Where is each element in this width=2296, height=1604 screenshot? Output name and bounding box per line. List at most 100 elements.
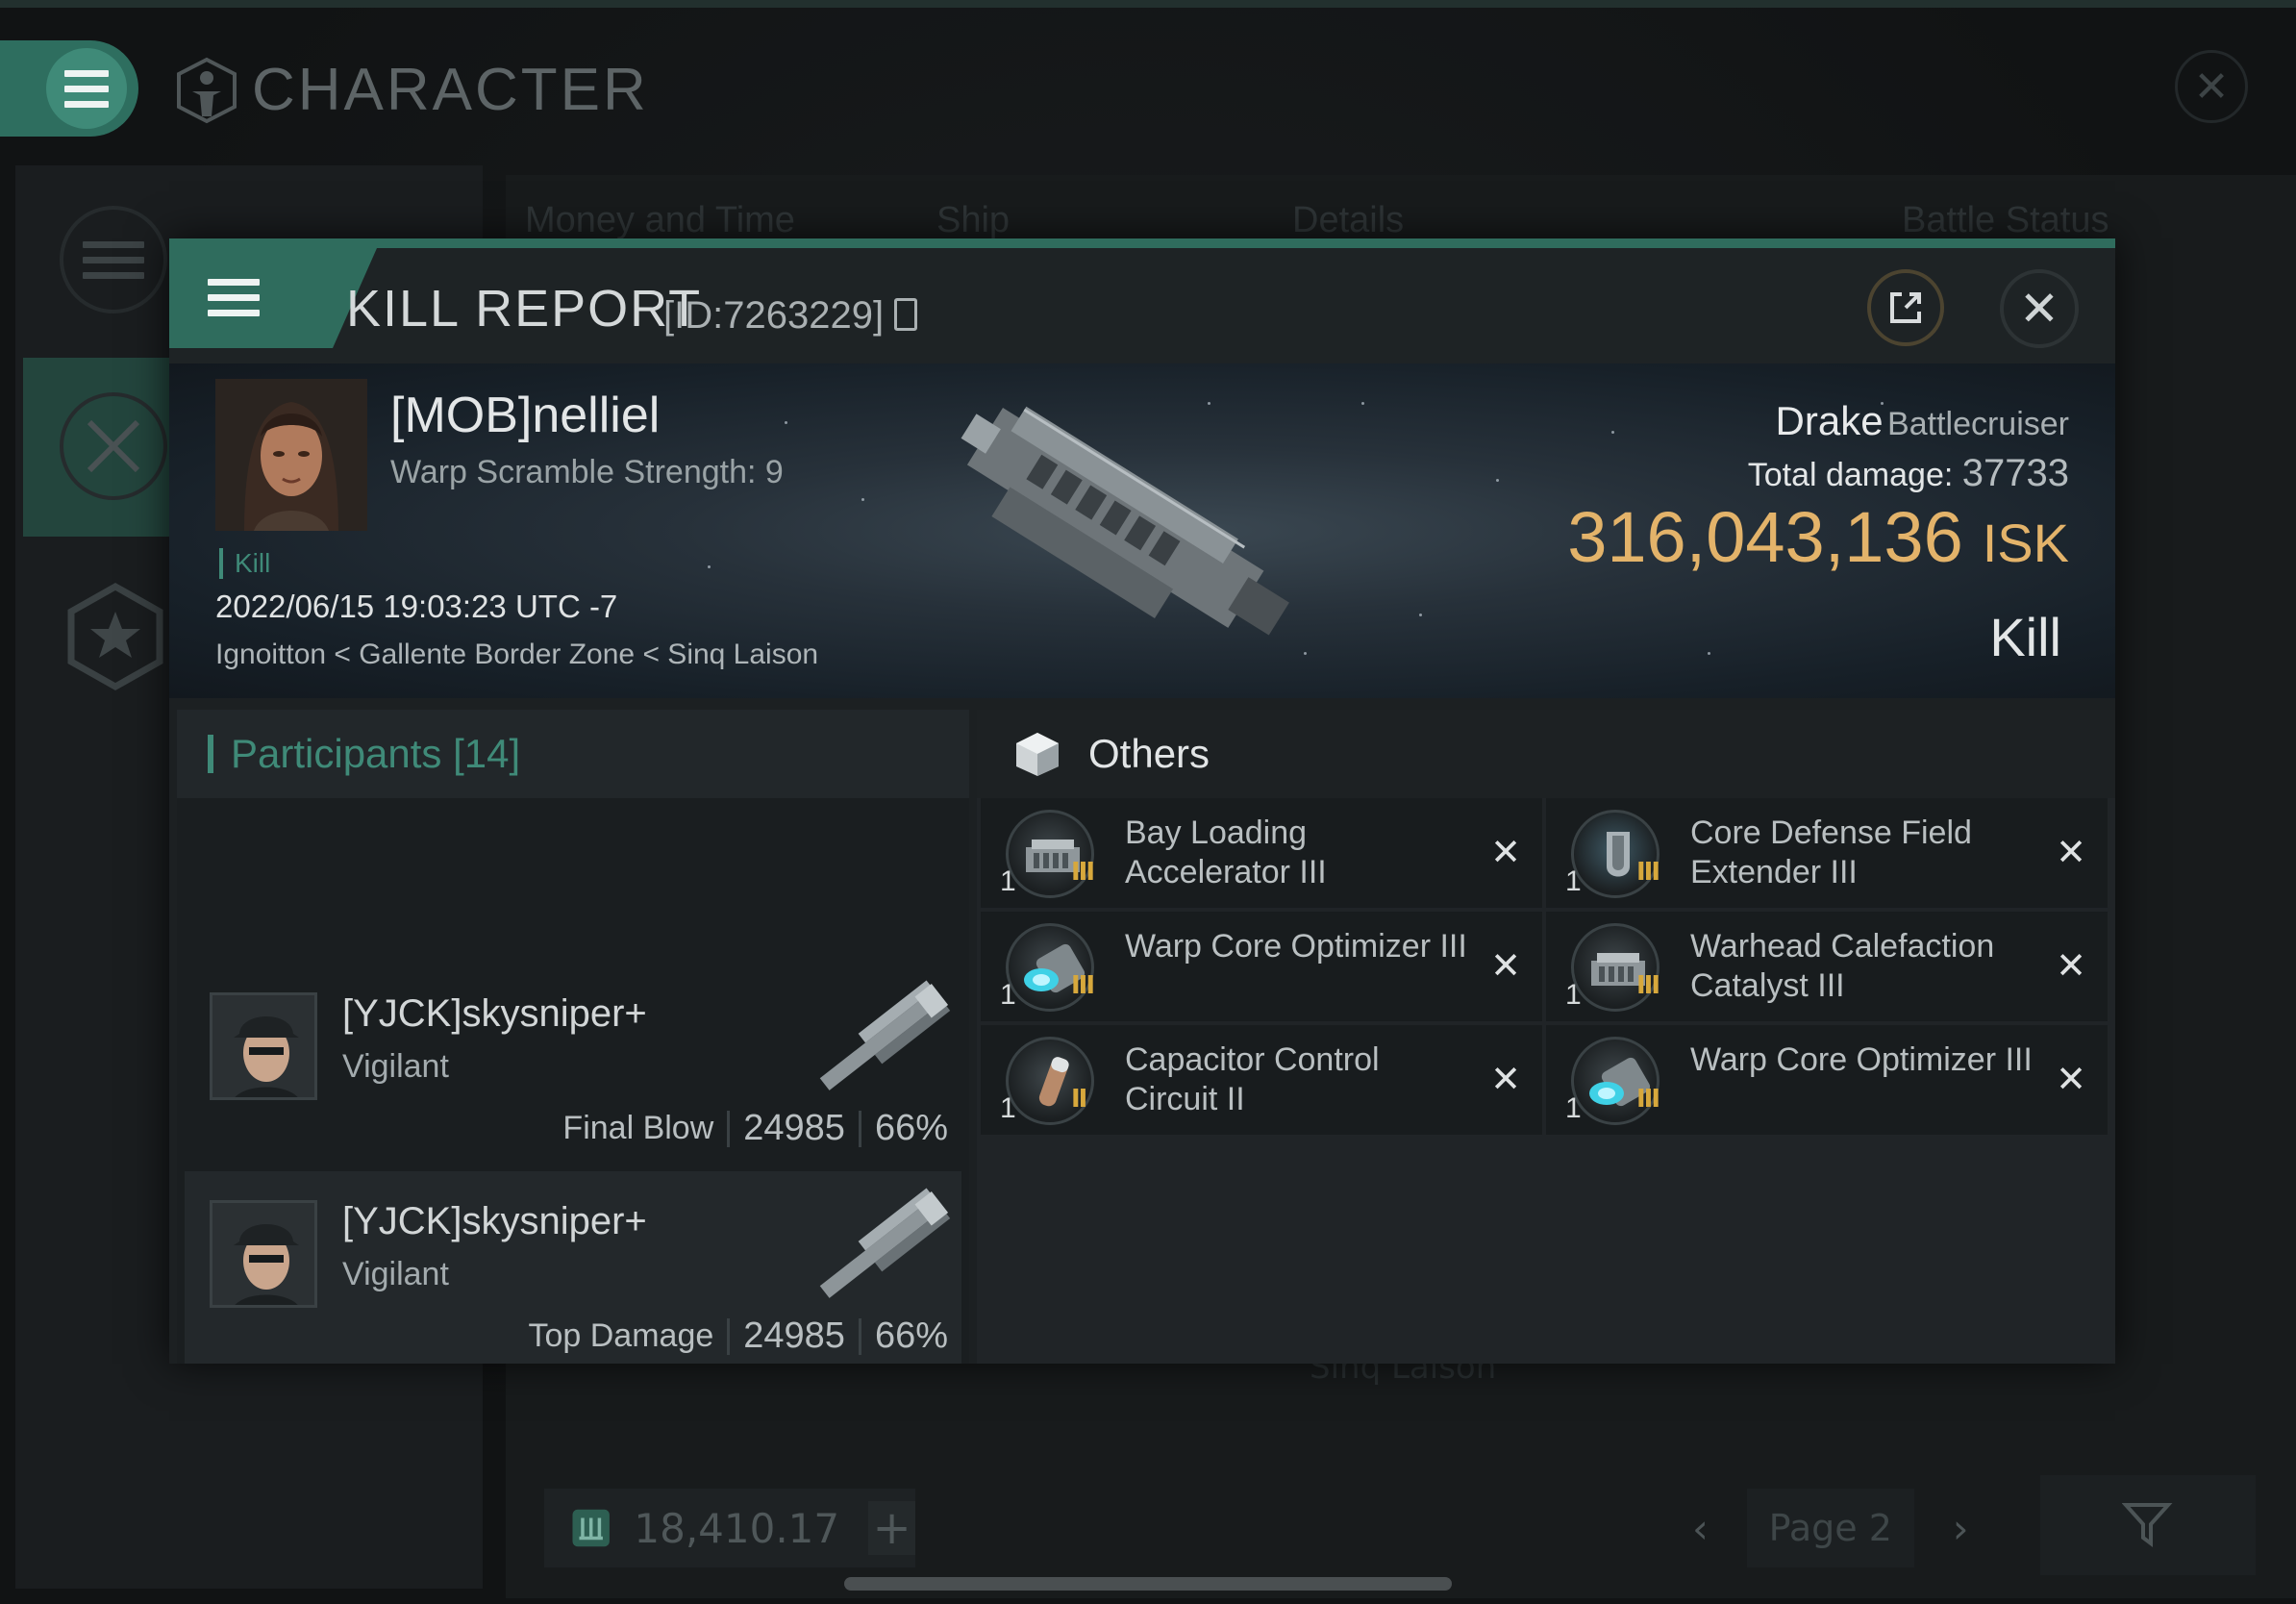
participant-stats: Final Blow 24985 66% [562,1108,948,1149]
ship-class: Battlecruiser [1887,406,2069,442]
total-damage-label: Total damage: [1747,457,1954,493]
bg-tab-battle-status: Battle Status [1902,200,2109,240]
side-nav-combat-button[interactable] [60,392,167,500]
item-quantity: 1 [1000,1092,1016,1124]
participant-avatar [210,1200,317,1308]
participant-name: [YJCK]skysniper+ [342,992,647,1035]
kill-tag: Kill [219,548,270,579]
destroyed-icon: ✕ [2056,831,2086,873]
item-tier: III [1071,971,1095,1000]
item-row[interactable]: 1 III Warhead Calefaction Catalyst III ✕ [1546,912,2108,1021]
item-name: Capacitor Control Circuit II [1125,1041,1380,1117]
participant-damage: 24985 [743,1316,845,1356]
victim-portrait[interactable] [215,379,367,531]
item-tier: III [1636,858,1660,887]
participant-ship: Vigilant [342,1256,449,1292]
app-close-button[interactable]: ✕ [2175,50,2248,123]
item-quantity: 1 [1565,979,1582,1011]
item-name: Bay Loading Accelerator III [1125,815,1327,890]
add-funds-button[interactable]: + [868,1501,915,1555]
destroyed-icon: ✕ [1490,831,1521,873]
item-name: Warhead Calefaction Catalyst III [1690,928,1995,1004]
items-header: Others [977,710,2115,798]
main-menu-button[interactable] [0,40,138,137]
filter-button[interactable] [2040,1475,2256,1575]
item-row[interactable]: 1 II Capacitor Control Circuit II ✕ [981,1025,1542,1135]
next-page-button[interactable]: › [1953,1505,1969,1552]
item-tier: III [1636,971,1660,1000]
item-row[interactable]: 1 III Warp Core Optimizer III ✕ [981,912,1542,1021]
bg-tab-ship: Ship [936,200,1011,240]
kill-status: Kill [1989,607,2061,667]
participant-percent: 66% [874,1108,948,1148]
report-id: [ID:7263229] [663,294,885,337]
hamburger-icon [46,48,127,129]
ship-name[interactable]: Drake [1776,398,1884,443]
destroyed-icon: ✕ [1490,944,1521,987]
participant-role: Final Blow [562,1110,714,1146]
page-indicator: Page 2 [1746,1489,1914,1567]
item-row[interactable]: 1 III Warp Core Optimizer III ✕ [1546,1025,2108,1135]
item-name: Warp Core Optimizer III [1690,1041,2033,1078]
modal-close-button[interactable]: ✕ [2000,269,2079,348]
vigilant-ship-image [819,1188,951,1298]
items-panel: Others 1 III Bay Loading Accelerator III… [977,710,2115,1364]
item-row[interactable]: 1 III Core Defense Field Extender III ✕ [1546,798,2108,908]
modal-header: KILL REPORT [ID:7263229] ✕ [169,248,2115,363]
item-name: Core Defense Field Extender III [1690,815,1972,890]
share-button[interactable] [1867,269,1944,346]
participants-count: [14] [453,731,521,776]
kill-location[interactable]: Ignoitton < Gallente Border Zone < Sinq … [215,639,818,671]
victim-name[interactable]: [MOB]nelliel [390,387,660,444]
ship-info: Drake Battlecruiser Total damage: 37733 [1748,398,2069,495]
victim-banner: [MOB]nelliel Warp Scramble Strength: 9 K… [169,363,2115,698]
warp-scramble-strength: Warp Scramble Strength: 9 [390,454,784,490]
side-nav-rank-button[interactable] [60,581,171,692]
destroyed-icon: ✕ [2056,944,2086,987]
items-section-label: Others [1088,731,1210,776]
item-quantity: 1 [1565,1092,1582,1124]
close-icon: ✕ [2193,62,2230,112]
total-damage-value: 37733 [1961,452,2069,494]
bg-tab-money: Money and Time [525,200,795,240]
list-icon [83,240,144,279]
participant-ship: Vigilant [342,1048,449,1085]
home-indicator [844,1577,1452,1591]
participant-name: [YJCK]skysniper+ [342,1200,647,1242]
participants-panel: Participants [14] [YJCK]skysniper+ Vigil… [177,710,969,1364]
prev-page-button[interactable]: ‹ [1692,1505,1709,1552]
app-title-text: CHARACTER [252,57,649,123]
item-row[interactable]: 1 III Bay Loading Accelerator III ✕ [981,798,1542,908]
vigilant-ship-image [819,980,951,1090]
pagination: ‹ Page 2 › [1692,1489,1969,1567]
participant-avatar [210,992,317,1100]
character-icon [177,57,237,123]
isk-unit: ISK [1982,513,2069,573]
copy-id-icon[interactable] [894,298,917,331]
close-icon: ✕ [2019,281,2059,337]
app-stage: CHARACTER ✕ Money and Time Ship Details … [0,0,2296,1604]
item-name: Warp Core Optimizer III [1125,928,1467,965]
isk-icon [572,1509,610,1547]
wallet-display: 18,410.17 + [544,1489,915,1567]
item-tier: III [1636,1085,1660,1114]
modal-title: KILL REPORT [346,280,703,338]
isk-value: 316,043,136 ISK [1567,496,2069,578]
item-quantity: 1 [1000,865,1016,897]
destroyed-icon: ✕ [1490,1058,1521,1100]
participant-damage: 24985 [743,1108,845,1148]
side-nav-list-button[interactable] [60,206,167,313]
plus-icon: + [872,1501,911,1555]
kill-report-modal: KILL REPORT [ID:7263229] ✕ [MOB]nelliel … [169,238,2115,1364]
item-tier: II [1071,1085,1087,1114]
crossed-swords-icon [87,419,140,473]
share-icon [1890,292,1921,323]
participant-row[interactable]: [YJCK]skysniper+ Vigilant Top Damage 249… [185,1171,961,1364]
app-title: CHARACTER [175,56,649,124]
participant-percent: 66% [874,1316,948,1356]
participant-row[interactable]: [YJCK]skysniper+ Vigilant Final Blow 249… [185,964,961,1169]
participants-header[interactable]: Participants [14] [177,710,969,798]
drake-ship-image[interactable] [919,383,1323,671]
item-quantity: 1 [1565,865,1582,897]
item-quantity: 1 [1000,979,1016,1011]
